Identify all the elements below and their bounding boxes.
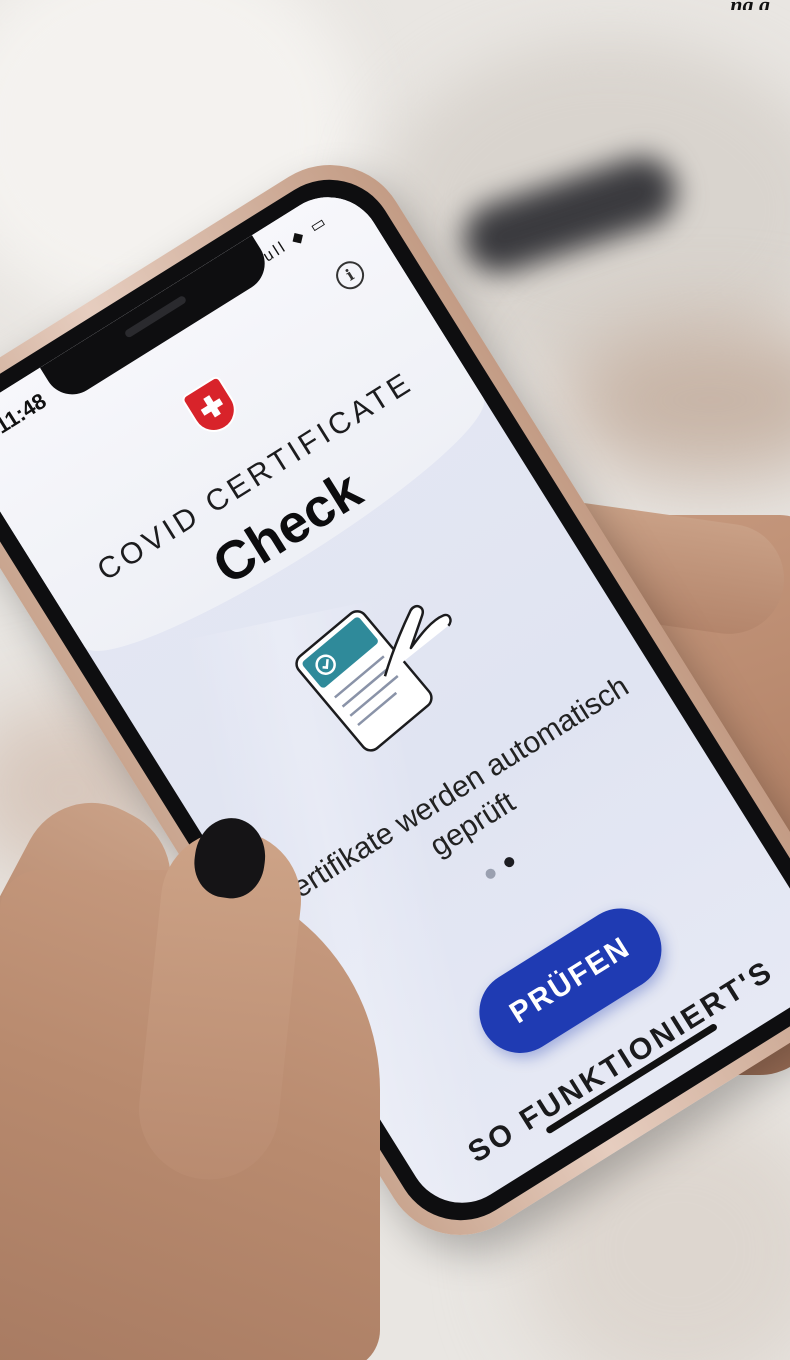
earpiece <box>123 294 188 339</box>
page-dot[interactable] <box>483 866 498 881</box>
photo-caption: ng g <box>0 0 790 10</box>
page-indicator <box>470 845 530 892</box>
page-dot-active[interactable] <box>502 855 517 869</box>
photo-scene: ng g 11:48 ull ◆ ▭ i COVID CERTIFICATE C… <box>0 0 790 1360</box>
